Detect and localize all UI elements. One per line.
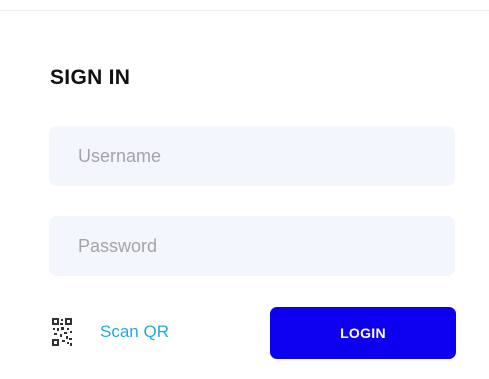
top-divider [0, 10, 489, 11]
scan-qr-link[interactable]: Scan QR [100, 322, 169, 342]
page-title: SIGN IN [50, 66, 131, 89]
password-field[interactable] [49, 216, 455, 276]
login-button[interactable]: LOGIN [270, 307, 456, 359]
qr-code-icon[interactable] [52, 318, 72, 346]
username-field[interactable] [49, 126, 455, 186]
